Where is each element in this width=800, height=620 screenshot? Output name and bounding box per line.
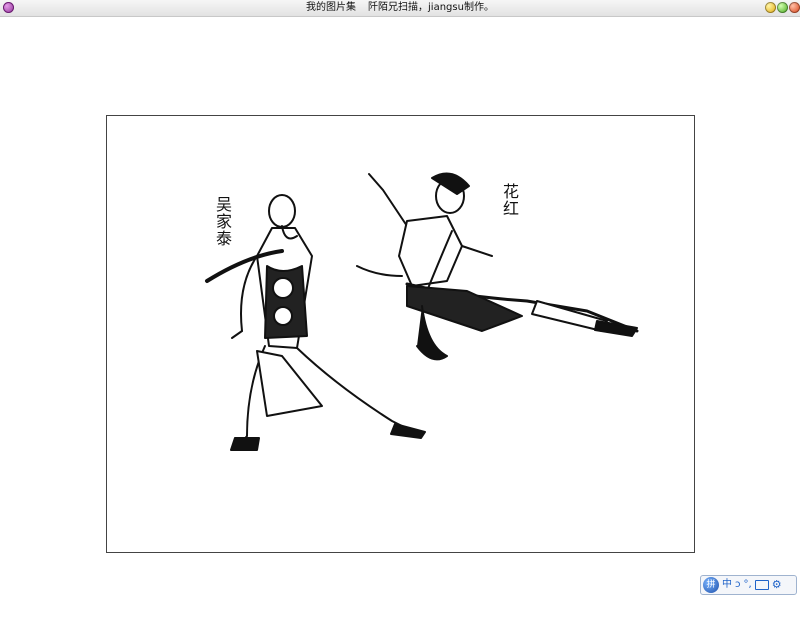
window-title-right: 阡陌兄扫描，jiangsu制作。 <box>368 2 494 13</box>
picture-frame: 吴家泰 花红 <box>106 115 695 553</box>
ime-toolbar[interactable]: 拼 中 ↄ °, ⚙ <box>700 575 797 595</box>
caption-right: 花红 <box>500 183 519 217</box>
minimize-button[interactable] <box>765 2 776 13</box>
soft-keyboard-icon[interactable] <box>754 580 769 590</box>
window-title: 我的图片集 阡陌兄扫描，jiangsu制作。 <box>0 1 800 15</box>
fighter-right-figure <box>356 172 639 361</box>
martial-arts-illustration <box>205 172 639 451</box>
ime-width-toggle[interactable]: °, <box>744 577 752 593</box>
caption-left: 吴家泰 <box>213 196 232 247</box>
image-viewer-canvas: 吴家泰 花红 <box>0 17 800 620</box>
fighter-left-figure <box>205 194 426 451</box>
maximize-button[interactable] <box>777 2 788 13</box>
ime-logo-icon[interactable]: 拼 <box>703 577 719 593</box>
ime-punctuation-toggle[interactable]: ↄ <box>735 577 741 593</box>
window-title-left: 我的图片集 <box>306 2 357 13</box>
ime-mode-toggle[interactable]: 中 <box>722 577 732 593</box>
gear-icon[interactable]: ⚙ <box>772 577 782 593</box>
title-bar: 我的图片集 阡陌兄扫描，jiangsu制作。 <box>0 0 800 17</box>
close-button[interactable] <box>789 2 800 13</box>
